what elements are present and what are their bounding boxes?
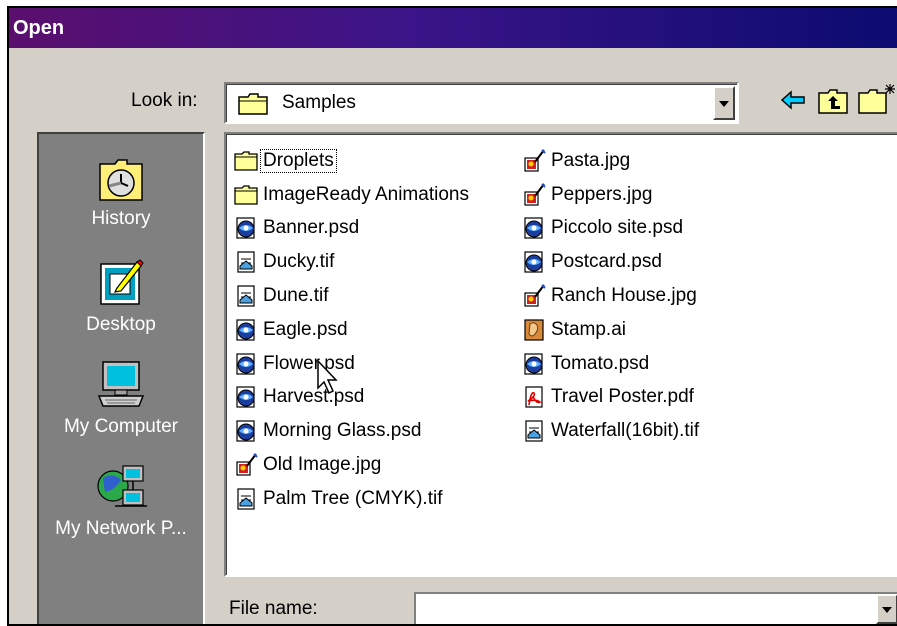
- window-title: Open: [13, 17, 65, 39]
- ai-file-icon: [522, 318, 546, 342]
- tif-file-icon: [234, 487, 258, 511]
- file-item[interactable]: Tomato.psd: [522, 347, 701, 381]
- file-name-dropdown-button[interactable]: [876, 594, 897, 624]
- place-desktop-label: Desktop: [86, 314, 156, 335]
- file-name: Piccolo site.psd: [551, 217, 684, 239]
- title-bar[interactable]: Open: [9, 8, 897, 48]
- file-item[interactable]: Waterfall(16bit).tif: [522, 414, 701, 448]
- file-item[interactable]: Flower.psd: [234, 347, 471, 381]
- file-name-input[interactable]: [414, 592, 897, 624]
- desktop-icon: [100, 259, 144, 305]
- psd-file-icon: [234, 216, 258, 240]
- network-places-icon: [97, 465, 147, 507]
- file-item[interactable]: Travel Poster.pdf: [522, 381, 701, 415]
- file-name: Ducky.tif: [263, 251, 335, 273]
- place-history-label: History: [91, 208, 151, 229]
- file-column-1: Droplets ImageReady Animations Banner.psd D…: [234, 144, 471, 516]
- tif-file-icon: [234, 250, 258, 274]
- new-folder-icon[interactable]: [858, 82, 897, 114]
- file-name: Travel Poster.pdf: [551, 386, 694, 408]
- file-name: Flower.psd: [263, 352, 355, 374]
- folder-file-icon: [234, 149, 258, 173]
- file-item[interactable]: Peppers.jpg: [522, 178, 701, 212]
- file-item[interactable]: Droplets: [234, 144, 471, 178]
- file-item[interactable]: Pasta.jpg: [522, 144, 701, 178]
- psd-file-icon: [522, 250, 546, 274]
- look-in-value: Samples: [282, 92, 356, 113]
- psd-file-icon: [522, 352, 546, 376]
- look-in-label: Look in:: [131, 90, 198, 111]
- file-item[interactable]: Old Image.jpg: [234, 448, 471, 482]
- tif-file-icon: [522, 419, 546, 443]
- file-name: Dune.tif: [263, 285, 329, 307]
- file-item[interactable]: Ranch House.jpg: [522, 279, 701, 313]
- file-name-label: File name:: [229, 598, 318, 619]
- psd-file-icon: [234, 352, 258, 376]
- file-name: Waterfall(16bit).tif: [551, 420, 700, 442]
- file-item[interactable]: Eagle.psd: [234, 313, 471, 347]
- psd-file-icon: [234, 318, 258, 342]
- psd-file-icon: [234, 385, 258, 409]
- file-list[interactable]: Droplets ImageReady Animations Banner.psd D…: [224, 132, 897, 577]
- open-dialog: Open Look in: Samples History Desktop My…: [7, 6, 897, 626]
- look-in-dropdown-button[interactable]: [713, 86, 735, 120]
- file-name: Banner.psd: [263, 217, 360, 239]
- file-column-2: Pasta.jpg Peppers.jpg Piccolo site.psd Post…: [522, 144, 701, 448]
- place-my-network-label: My Network P...: [55, 518, 187, 539]
- jpg-file-icon: [522, 149, 546, 173]
- file-item[interactable]: Postcard.psd: [522, 245, 701, 279]
- place-my-computer[interactable]: My Computer: [39, 358, 203, 438]
- file-name: Palm Tree (CMYK).tif: [263, 487, 443, 509]
- tif-file-icon: [234, 284, 258, 308]
- file-name: Droplets: [260, 148, 337, 173]
- file-name: Morning Glass.psd: [263, 420, 422, 442]
- file-name: Tomato.psd: [551, 352, 650, 374]
- pdf-file-icon: [522, 385, 546, 409]
- folder-file-icon: [234, 183, 258, 207]
- jpg-file-icon: [522, 284, 546, 308]
- file-name: Harvest.psd: [263, 386, 365, 408]
- my-computer-icon: [97, 361, 145, 407]
- file-name: Eagle.psd: [263, 318, 348, 340]
- file-name: Old Image.jpg: [263, 454, 382, 476]
- up-one-level-icon[interactable]: [818, 88, 848, 114]
- file-name: Peppers.jpg: [551, 183, 653, 205]
- mouse-cursor-icon: [317, 360, 338, 395]
- file-item[interactable]: Banner.psd: [234, 212, 471, 246]
- places-bar: History Desktop My Computer My Network P…: [37, 132, 205, 624]
- history-icon: [99, 159, 143, 201]
- place-my-network[interactable]: My Network P...: [39, 460, 203, 540]
- jpg-file-icon: [522, 182, 546, 207]
- look-in-dropdown[interactable]: Samples: [224, 82, 739, 124]
- jpg-file-icon: [234, 453, 258, 477]
- file-item[interactable]: Palm Tree (CMYK).tif: [234, 482, 471, 516]
- place-history[interactable]: History: [39, 156, 203, 230]
- file-item[interactable]: Piccolo site.psd: [522, 212, 701, 246]
- place-my-computer-label: My Computer: [63, 416, 179, 437]
- psd-file-icon: [522, 216, 546, 240]
- file-name: Stamp.ai: [551, 318, 626, 340]
- file-item[interactable]: Morning Glass.psd: [234, 414, 471, 448]
- file-name: Postcard.psd: [551, 251, 662, 273]
- file-item[interactable]: Stamp.ai: [522, 313, 701, 347]
- file-item[interactable]: Harvest.psd: [234, 381, 471, 415]
- file-item[interactable]: Dune.tif: [234, 279, 471, 313]
- file-item[interactable]: ImageReady Animations: [234, 178, 471, 212]
- folder-icon: [238, 93, 268, 115]
- place-desktop[interactable]: Desktop: [39, 258, 203, 336]
- file-name: Pasta.jpg: [551, 149, 631, 171]
- psd-file-icon: [234, 419, 258, 443]
- file-item[interactable]: Ducky.tif: [234, 245, 471, 279]
- file-name: Ranch House.jpg: [551, 285, 697, 307]
- file-name: ImageReady Animations: [263, 183, 469, 205]
- back-arrow-icon[interactable]: [780, 88, 806, 112]
